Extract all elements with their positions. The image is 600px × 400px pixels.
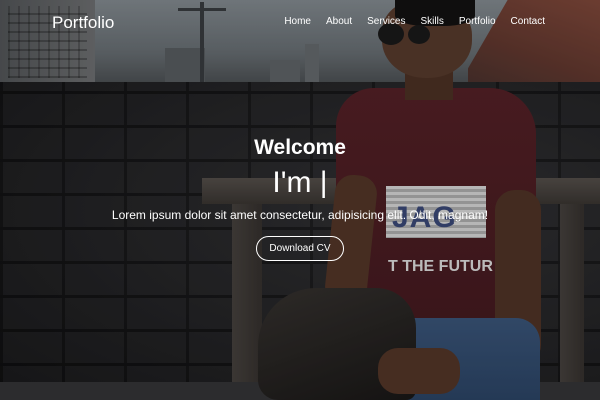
nav-menu: Home About Services Skills Portfolio Con…: [284, 16, 545, 27]
hero-description: Lorem ipsum dolor sit amet consectetur, …: [111, 208, 489, 222]
nav-link-services[interactable]: Services: [367, 16, 405, 27]
nav-link-about[interactable]: About: [326, 16, 352, 27]
download-cv-button[interactable]: Download CV: [256, 236, 344, 261]
nav-link-contact[interactable]: Contact: [511, 16, 545, 27]
nav-link-skills[interactable]: Skills: [421, 16, 444, 27]
nav-link-home[interactable]: Home: [284, 16, 311, 27]
hero-typed-text: I'm |: [272, 166, 328, 199]
navbar: Portfolio Home About Services Skills Por…: [0, 0, 600, 44]
brand-logo[interactable]: Portfolio: [52, 13, 114, 33]
nav-link-portfolio[interactable]: Portfolio: [459, 16, 496, 27]
hero-section: Welcome I'm | Lorem ipsum dolor sit amet…: [0, 136, 600, 261]
hero-welcome: Welcome: [254, 136, 346, 159]
